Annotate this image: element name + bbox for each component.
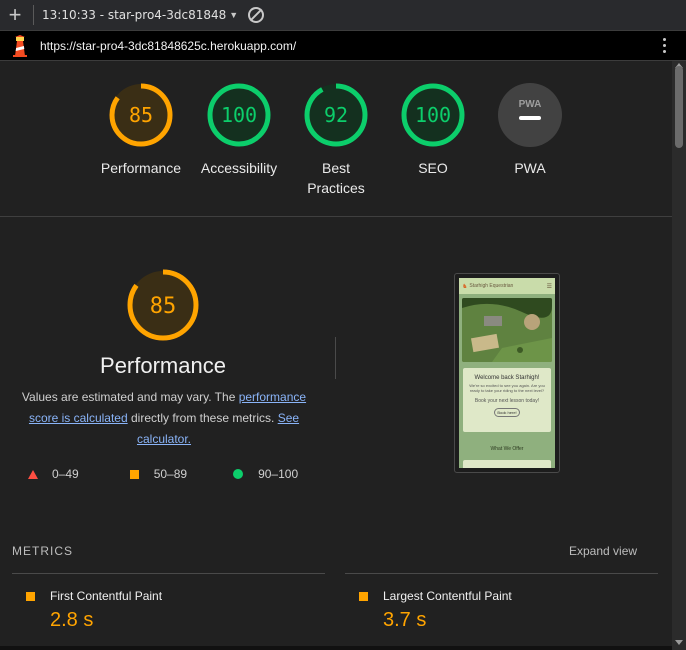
gauge-score: 85 [129,103,153,127]
legend-range: 50–89 [153,467,188,481]
gauge-score: 100 [415,103,451,127]
scroll-down-icon[interactable] [675,640,683,645]
metric-name: First Contentful Paint [50,589,163,603]
screenshot-offer: What We Offer [490,446,524,452]
report-url[interactable]: https://star-pro4-3dc81848625c.herokuapp… [40,39,296,53]
legend-fail: 0–49 [28,467,79,481]
gauge-label-line: Performance [100,160,182,176]
performance-big-score: 85 [150,294,177,319]
performance-description: Values are estimated and may vary. The p… [14,387,314,450]
report-url-bar: https://star-pro4-3dc81848625c.herokuapp… [0,31,686,61]
desc-text: Values are estimated and may vary. The [21,390,239,404]
square-icon [129,469,139,479]
kebab-menu-icon[interactable] [663,38,666,53]
triangle-icon [28,469,38,479]
category-gauges: 85 Performance 100 Accessibility 92 Best… [0,61,672,217]
gauge-accessibility[interactable]: 100 Accessibility [189,82,289,178]
pwa-badge-icon: PWA [498,83,562,147]
plus-icon[interactable]: + [0,0,30,30]
hamburger-icon: ☰ [546,283,552,290]
gauge-performance[interactable]: 85 Performance [91,82,191,178]
screenshot-welcome: Welcome back Starhigh! [474,375,540,381]
gauge-best-practices-ring: 92 [304,83,368,147]
block-icon[interactable] [248,7,265,23]
screenshot-welcome-card: Welcome back Starhigh! We're so excited … [463,368,551,432]
score-scale-legend: 0–49 50–89 90–100 [28,467,298,481]
metric-rule [12,573,325,574]
screenshot-book-line: Book your next lesson today! [474,398,540,404]
performance-big-gauge: 85 [127,269,199,341]
circle-icon [233,469,244,479]
gauge-score: 92 [324,103,348,127]
gauge-pwa[interactable]: PWA PWA [480,82,580,178]
devtools-toolbar: + 13:10:33 - star-pro4-3dc81848 ▼ [0,0,686,31]
screenshot-offer-card [463,460,551,468]
expand-view-toggle[interactable]: Expand view [569,544,637,558]
gauge-label-line: Practices [307,180,365,196]
screenshot-hero-image [462,298,552,362]
gauge-label: SEO [383,158,483,178]
toolbar-divider [33,5,34,25]
screenshot-site-name: Starhigh Equestrian [469,283,514,289]
gauge-label: PWA [480,158,580,178]
gauge-label-line: Best [321,160,350,176]
performance-heading: Performance [100,353,226,378]
gauge-label-line: PWA [514,160,546,176]
screenshot-book-button: Book here! [494,408,520,417]
scrollbar-track[interactable] [672,61,686,650]
gauge-label-line: SEO [418,160,448,176]
screenshot-navbar: ♞ Starhigh Equestrian ☰ [459,278,555,294]
screenshot-screen: ♞ Starhigh Equestrian ☰ Welcome back Sta… [459,278,555,468]
legend-pass: 90–100 [233,467,298,481]
gauge-best-practices[interactable]: 92 Best Practices [286,82,386,198]
metric-value: 3.7 s [383,609,427,631]
gauge-seo[interactable]: 100 SEO [383,82,483,178]
desc-text: directly from these metrics. [127,411,278,425]
caret-down-icon[interactable]: ▼ [229,10,238,20]
bottom-edge [0,646,672,650]
lighthouse-icon [13,34,27,57]
report-selector-title[interactable]: 13:10:33 - star-pro4-3dc81848 [42,8,226,22]
gauge-label: Best Practices [286,158,386,198]
gauge-label-line: Accessibility [200,160,278,176]
square-icon [359,592,368,601]
gauge-label: Performance [91,158,191,178]
pwa-badge-text: PWA [519,99,542,110]
final-screenshot-thumbnail[interactable]: ♞ Starhigh Equestrian ☰ Welcome back Sta… [454,273,560,473]
legend-range: 90–100 [258,467,299,481]
gauge-seo-ring: 100 [401,83,465,147]
legend-range: 0–49 [52,467,79,481]
gauge-performance-ring: 85 [109,83,173,147]
gauge-accessibility-ring: 100 [207,83,271,147]
horse-logo-icon: ♞ [462,283,468,290]
section-divider [335,337,336,379]
square-icon [26,592,35,601]
metric-name: Largest Contentful Paint [383,589,512,603]
screenshot-welcome-sub: We're so excited to see you again. Are y… [469,383,545,393]
legend-average: 50–89 [129,467,188,481]
gauge-label: Accessibility [189,158,289,178]
gauge-score: 100 [221,103,257,127]
metric-rule [345,573,658,574]
metrics-heading: METRICS [12,544,73,558]
metric-value: 2.8 s [50,609,94,631]
scrollbar-thumb[interactable] [675,66,683,148]
